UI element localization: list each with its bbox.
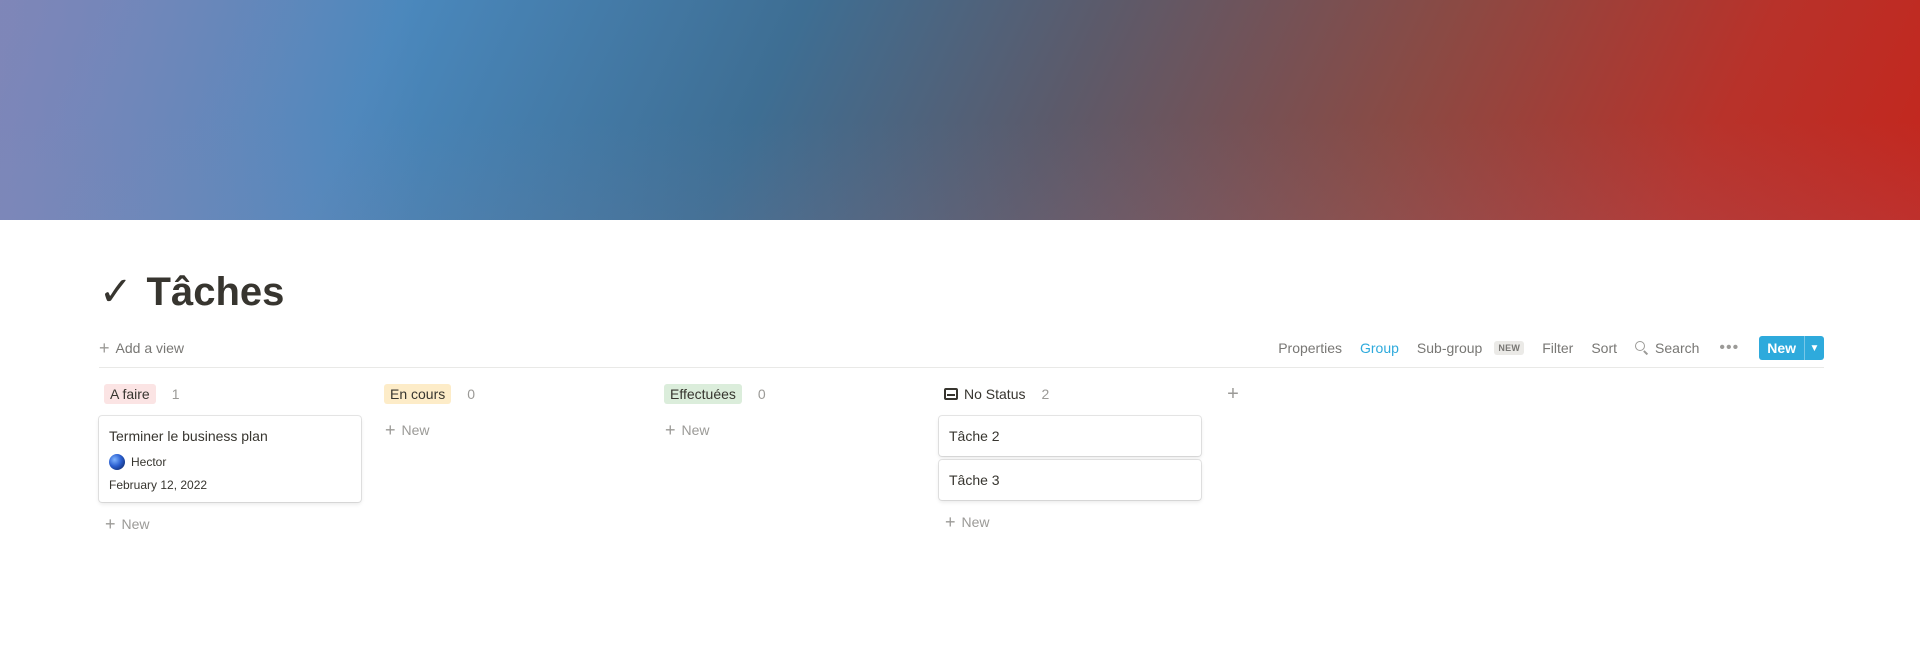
card-title: Tâche 2 <box>949 428 1000 444</box>
inbox-icon <box>944 388 958 400</box>
sort-button[interactable]: Sort <box>1591 340 1617 356</box>
group-button[interactable]: Group <box>1360 340 1399 356</box>
chevron-down-icon[interactable]: ▼ <box>1804 336 1824 360</box>
plus-icon: + <box>945 512 956 532</box>
page-header: ✓ Tâches <box>99 266 284 318</box>
board-column-a-faire: A faire 1 Terminer le business plan Hect… <box>99 380 361 536</box>
column-header[interactable]: Effectuées 0 <box>659 380 921 408</box>
no-status-label: No Status <box>944 386 1025 402</box>
search-label: Search <box>1655 340 1700 356</box>
filter-button[interactable]: Filter <box>1542 340 1573 356</box>
page-title[interactable]: Tâches <box>147 272 285 312</box>
add-card-label: New <box>401 422 430 438</box>
avatar <box>109 454 125 470</box>
board-card[interactable]: Tâche 3 <box>939 460 1201 500</box>
subgroup-button[interactable]: Sub-group NEW <box>1416 340 1525 356</box>
column-count: 0 <box>467 386 476 402</box>
new-button[interactable]: New <box>1759 336 1804 360</box>
search-button[interactable]: Search <box>1635 340 1699 356</box>
column-count: 2 <box>1041 386 1050 402</box>
add-card-label: New <box>121 516 150 532</box>
column-header[interactable]: En cours 0 <box>379 380 641 408</box>
checkmark-icon[interactable]: ✓ <box>99 272 133 312</box>
properties-button[interactable]: Properties <box>1278 340 1342 356</box>
add-view-label: Add a view <box>115 340 184 356</box>
status-tag: En cours <box>384 384 452 404</box>
search-icon <box>1635 341 1649 355</box>
plus-icon: + <box>105 514 116 534</box>
card-person: Hector <box>109 454 351 470</box>
plus-icon: + <box>385 420 396 440</box>
toolbar-actions: Properties Group Sub-group NEW Filter So… <box>1260 334 1824 362</box>
add-card-button[interactable]: + New <box>99 512 361 536</box>
board-card[interactable]: Tâche 2 <box>939 416 1201 456</box>
card-title: Terminer le business plan <box>109 428 268 444</box>
board-column-en-cours: En cours 0 + New <box>379 380 641 442</box>
card-date: February 12, 2022 <box>109 478 208 492</box>
card-title: Tâche 3 <box>949 472 1000 488</box>
add-card-label: New <box>681 422 710 438</box>
plus-icon: + <box>99 338 110 358</box>
add-card-button[interactable]: + New <box>939 510 1201 534</box>
column-header[interactable]: A faire 1 <box>99 380 361 408</box>
board-card[interactable]: Terminer le business plan Hector Februar… <box>99 416 361 502</box>
page-cover-image <box>0 0 1920 220</box>
add-card-button[interactable]: + New <box>659 418 921 442</box>
column-count: 0 <box>757 386 766 402</box>
more-options-icon[interactable]: ••• <box>1719 339 1739 357</box>
column-header[interactable]: No Status 2 <box>939 380 1201 408</box>
new-badge: NEW <box>1494 341 1525 355</box>
add-card-button[interactable]: + New <box>379 418 641 442</box>
status-tag: Effectuées <box>664 384 742 404</box>
column-count: 1 <box>171 386 180 402</box>
plus-icon: + <box>665 420 676 440</box>
no-status-text: No Status <box>964 386 1026 402</box>
status-tag: A faire <box>104 384 156 404</box>
add-view-button[interactable]: + Add a view <box>99 336 184 360</box>
subgroup-label: Sub-group <box>1416 340 1483 356</box>
board-column-effectuees: Effectuées 0 + New <box>659 380 921 442</box>
add-card-label: New <box>961 514 990 530</box>
database-toolbar: + Add a view Properties Group Sub-group … <box>99 332 1824 368</box>
person-name: Hector <box>131 455 167 469</box>
new-button-group: New ▼ <box>1759 336 1824 360</box>
add-group-icon[interactable]: + <box>1219 380 1247 408</box>
board-column-no-status: No Status 2 Tâche 2 Tâche 3 + New <box>939 380 1201 534</box>
